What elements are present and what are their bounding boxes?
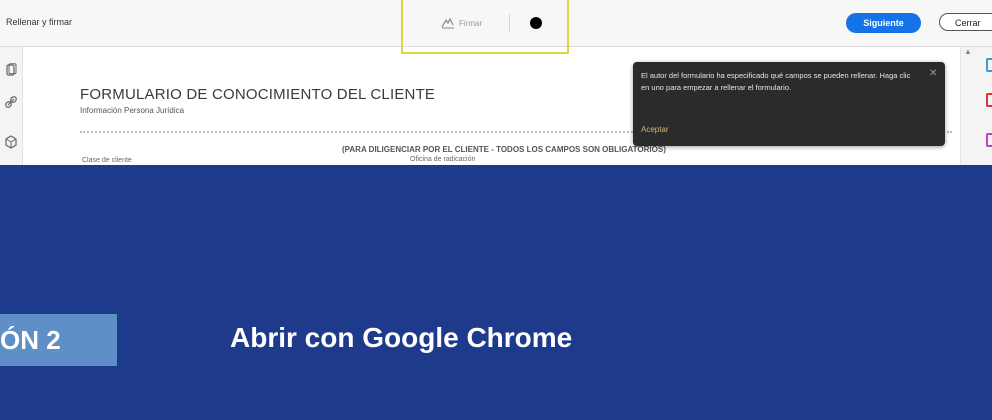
option-badge: ÓN 2 [0,314,117,366]
left-tool-rail [0,47,23,165]
share-tool-icon[interactable] [986,133,992,147]
close-button[interactable]: Cerrar [939,13,992,31]
export-tool-icon[interactable] [986,93,992,107]
link-icon[interactable] [4,95,18,109]
document-title: FORMULARIO DE CONOCIMIENTO DEL CLIENTE [80,86,436,103]
document-note: (PARA DILIGENCIAR POR EL CLIENTE - TODOS… [342,145,666,154]
attachment-icon[interactable] [4,63,18,77]
scroll-up-arrow-icon[interactable]: ▲ [964,47,972,56]
document-subtitle: Información Persona Jurídica [80,106,185,115]
acrobat-screenshot: Rellenar y firmar Firmar Siguiente Cerra… [0,0,992,165]
edit-tool-icon[interactable] [986,58,992,72]
toolbar-title: Rellenar y firmar [6,17,73,27]
tooltip-text: El autor del formulario ha especificado … [641,71,911,92]
stamp-icon[interactable] [4,135,18,149]
tooltip-accept-button[interactable]: Aceptar [641,125,669,134]
next-button[interactable]: Siguiente [846,13,921,33]
client-class-label: Clase de cliente [82,157,132,164]
banner-heading: Abrir con Google Chrome [230,322,573,353]
form-info-tooltip: El autor del formulario ha especificado … [633,62,945,146]
office-label: Oficina de radicación [410,156,476,163]
close-icon[interactable]: ✕ [929,68,937,79]
highlight-frame [401,0,569,54]
